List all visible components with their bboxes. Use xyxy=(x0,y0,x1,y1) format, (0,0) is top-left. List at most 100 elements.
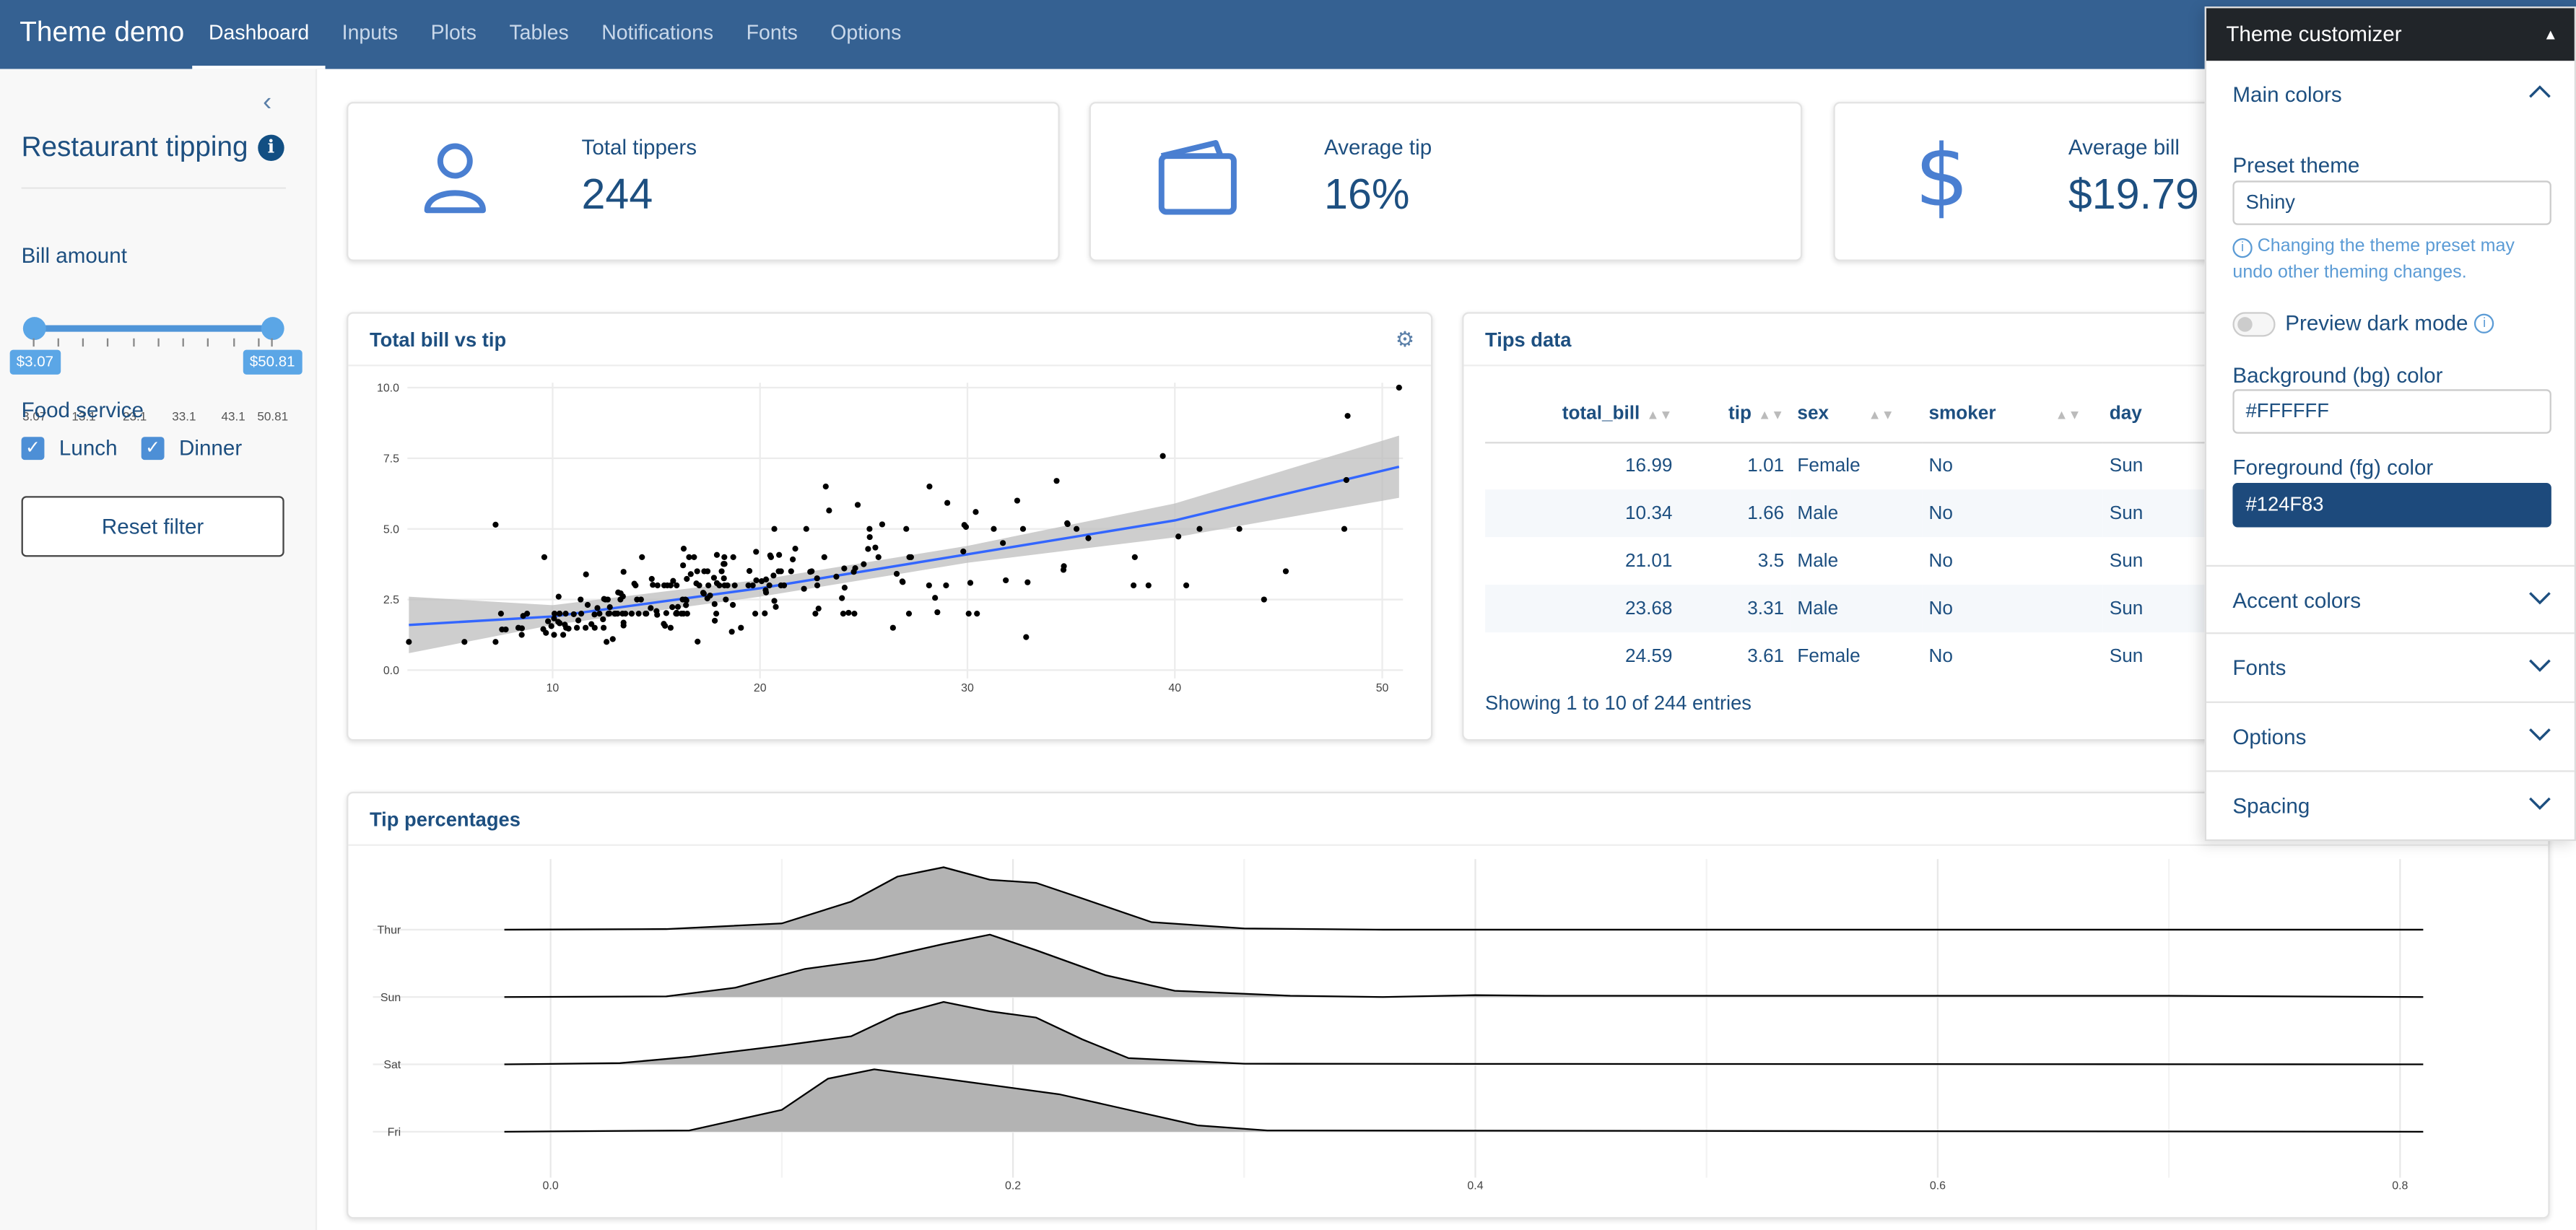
checkmark-icon[interactable]: ✓ xyxy=(141,436,165,460)
preset-theme-select[interactable]: Shiny xyxy=(2232,180,2551,225)
x-tick-label: 0.0 xyxy=(543,1179,559,1192)
value-box-title: Total tippers xyxy=(581,134,697,160)
data-point xyxy=(667,624,674,631)
tab-tables[interactable]: Tables xyxy=(493,0,586,69)
table-row[interactable]: 24.59 3.61 Female No Sun xyxy=(1485,632,2241,670)
dinner-label: Dinner xyxy=(179,435,243,461)
table-row[interactable]: 21.01 3.5 Male No Sun xyxy=(1485,537,2241,585)
data-point xyxy=(622,611,629,617)
data-point xyxy=(541,554,548,560)
data-point xyxy=(752,611,759,617)
info-icon[interactable]: i xyxy=(258,134,284,161)
data-point xyxy=(866,525,873,532)
col-header-sex[interactable]: sex ▲▼ xyxy=(1790,385,1923,443)
y-tick-label: Sun xyxy=(380,992,401,1004)
preset-note: i Changing the theme preset may undo oth… xyxy=(2232,233,2554,286)
chevron-down-icon[interactable] xyxy=(2528,726,2551,743)
fg-color-input[interactable]: #124F83 xyxy=(2232,482,2551,528)
data-point xyxy=(721,554,728,560)
reset-filter-button[interactable]: Reset filter xyxy=(21,496,284,557)
data-point xyxy=(578,596,584,603)
tab-inputs[interactable]: Inputs xyxy=(326,0,414,69)
sort-icon[interactable]: ▲▼ xyxy=(1646,407,1672,422)
slider-min-handle[interactable] xyxy=(22,317,46,341)
data-point xyxy=(972,509,979,515)
slider-max-handle[interactable] xyxy=(261,317,284,341)
tab-dashboard[interactable]: Dashboard xyxy=(192,0,326,69)
ridge-card: Tip percentages 0.0 0.2 0.4 0.6 0.8 Thur Sun Sa… xyxy=(347,791,2550,1219)
chevron-up-icon[interactable] xyxy=(2528,84,2551,100)
data-point xyxy=(745,582,752,589)
data-point xyxy=(1019,525,1027,532)
chevron-down-icon[interactable] xyxy=(2528,795,2551,811)
col-header-tip[interactable]: tip ▲▼ xyxy=(1679,385,1791,443)
tab-options[interactable]: Options xyxy=(814,0,918,69)
data-point xyxy=(1014,497,1021,504)
brand-title[interactable]: Theme demo xyxy=(19,17,184,50)
data-point xyxy=(492,521,499,528)
col-header-smoker[interactable]: smoker ▲▼ xyxy=(1922,385,2103,443)
data-point xyxy=(596,611,603,617)
customizer-title: Theme customizer xyxy=(2226,21,2402,46)
data-point xyxy=(771,525,778,532)
data-point xyxy=(601,624,607,631)
data-point xyxy=(562,611,569,617)
data-point xyxy=(926,582,932,589)
data-point xyxy=(678,611,684,617)
section-accent-colors[interactable]: Accent colors xyxy=(2206,564,2575,634)
data-point xyxy=(967,580,974,586)
table-row[interactable]: 16.99 1.01 Female No Sun xyxy=(1485,442,2241,489)
col-header-label: smoker xyxy=(1928,404,1996,424)
section-options[interactable]: Options xyxy=(2206,703,2575,772)
caret-up-icon[interactable]: ▲ xyxy=(2544,8,2558,61)
data-point xyxy=(713,551,721,558)
scatter-card: Total bill vs tip ⚙ 10 20 30 40 50 0.0 2.5 5.0 7… xyxy=(347,312,1433,741)
gear-icon[interactable]: ⚙ xyxy=(1396,327,1415,353)
y-tick-label: 10.0 xyxy=(377,383,399,395)
data-point xyxy=(664,582,671,589)
table-row[interactable]: 10.34 1.66 Male No Sun xyxy=(1485,489,2241,538)
data-point xyxy=(1183,582,1190,589)
tab-plots[interactable]: Plots xyxy=(414,0,493,69)
data-point xyxy=(934,609,941,616)
sort-icon[interactable]: ▲▼ xyxy=(2055,407,2081,422)
dark-mode-toggle[interactable] xyxy=(2232,312,2276,337)
dinner-checkbox[interactable]: ✓ Dinner xyxy=(141,435,243,461)
bill-slider-track[interactable] xyxy=(32,325,273,332)
data-point xyxy=(648,605,654,611)
checkmark-icon[interactable]: ✓ xyxy=(21,436,45,460)
section-fonts[interactable]: Fonts xyxy=(2206,634,2575,703)
bg-color-input[interactable]: #FFFFFF xyxy=(2232,389,2551,434)
lunch-checkbox[interactable]: ✓ Lunch xyxy=(21,435,118,460)
tab-fonts[interactable]: Fonts xyxy=(730,0,814,69)
tips-table: total_bill ▲▼ tip ▲▼ sex ▲▼ smoker ▲▼ day 16… xyxy=(1485,385,2241,671)
sort-icon[interactable]: ▲▼ xyxy=(1758,407,1784,422)
y-tick-label: Thur xyxy=(378,925,401,937)
value-box-value: $19.79 xyxy=(2068,169,2199,219)
collapse-sidebar-icon[interactable]: ‹ xyxy=(263,89,271,118)
data-point xyxy=(620,622,627,629)
cell: 24.59 xyxy=(1624,646,1673,666)
cell: Male xyxy=(1790,585,1923,633)
chevron-down-icon[interactable] xyxy=(2528,657,2551,673)
table-scroll-area[interactable]: total_bill ▲▼ tip ▲▼ sex ▲▼ smoker ▲▼ day 16… xyxy=(1485,385,2241,671)
data-point xyxy=(696,582,702,589)
x-tick-label: 0.6 xyxy=(1930,1179,1946,1192)
section-main-colors[interactable]: Main colors xyxy=(2206,61,2575,130)
sort-icon[interactable]: ▲▼ xyxy=(1868,407,1894,422)
info-icon[interactable]: i xyxy=(2474,313,2494,333)
data-point xyxy=(700,590,707,596)
customizer-header[interactable]: Theme customizer ▲ xyxy=(2206,8,2575,61)
data-point xyxy=(718,568,725,575)
data-point xyxy=(683,602,689,609)
data-point xyxy=(684,611,690,617)
table-row[interactable]: 23.68 3.31 Male No Sun xyxy=(1485,585,2241,633)
data-point xyxy=(723,596,729,603)
section-spacing[interactable]: Spacing xyxy=(2206,772,2575,841)
tab-notifications[interactable]: Notifications xyxy=(585,0,729,69)
col-header-total-bill[interactable]: total_bill ▲▼ xyxy=(1485,385,1679,443)
chevron-down-icon[interactable] xyxy=(2528,590,2551,606)
data-point xyxy=(680,546,687,552)
data-point xyxy=(729,601,736,609)
data-point xyxy=(583,624,589,631)
